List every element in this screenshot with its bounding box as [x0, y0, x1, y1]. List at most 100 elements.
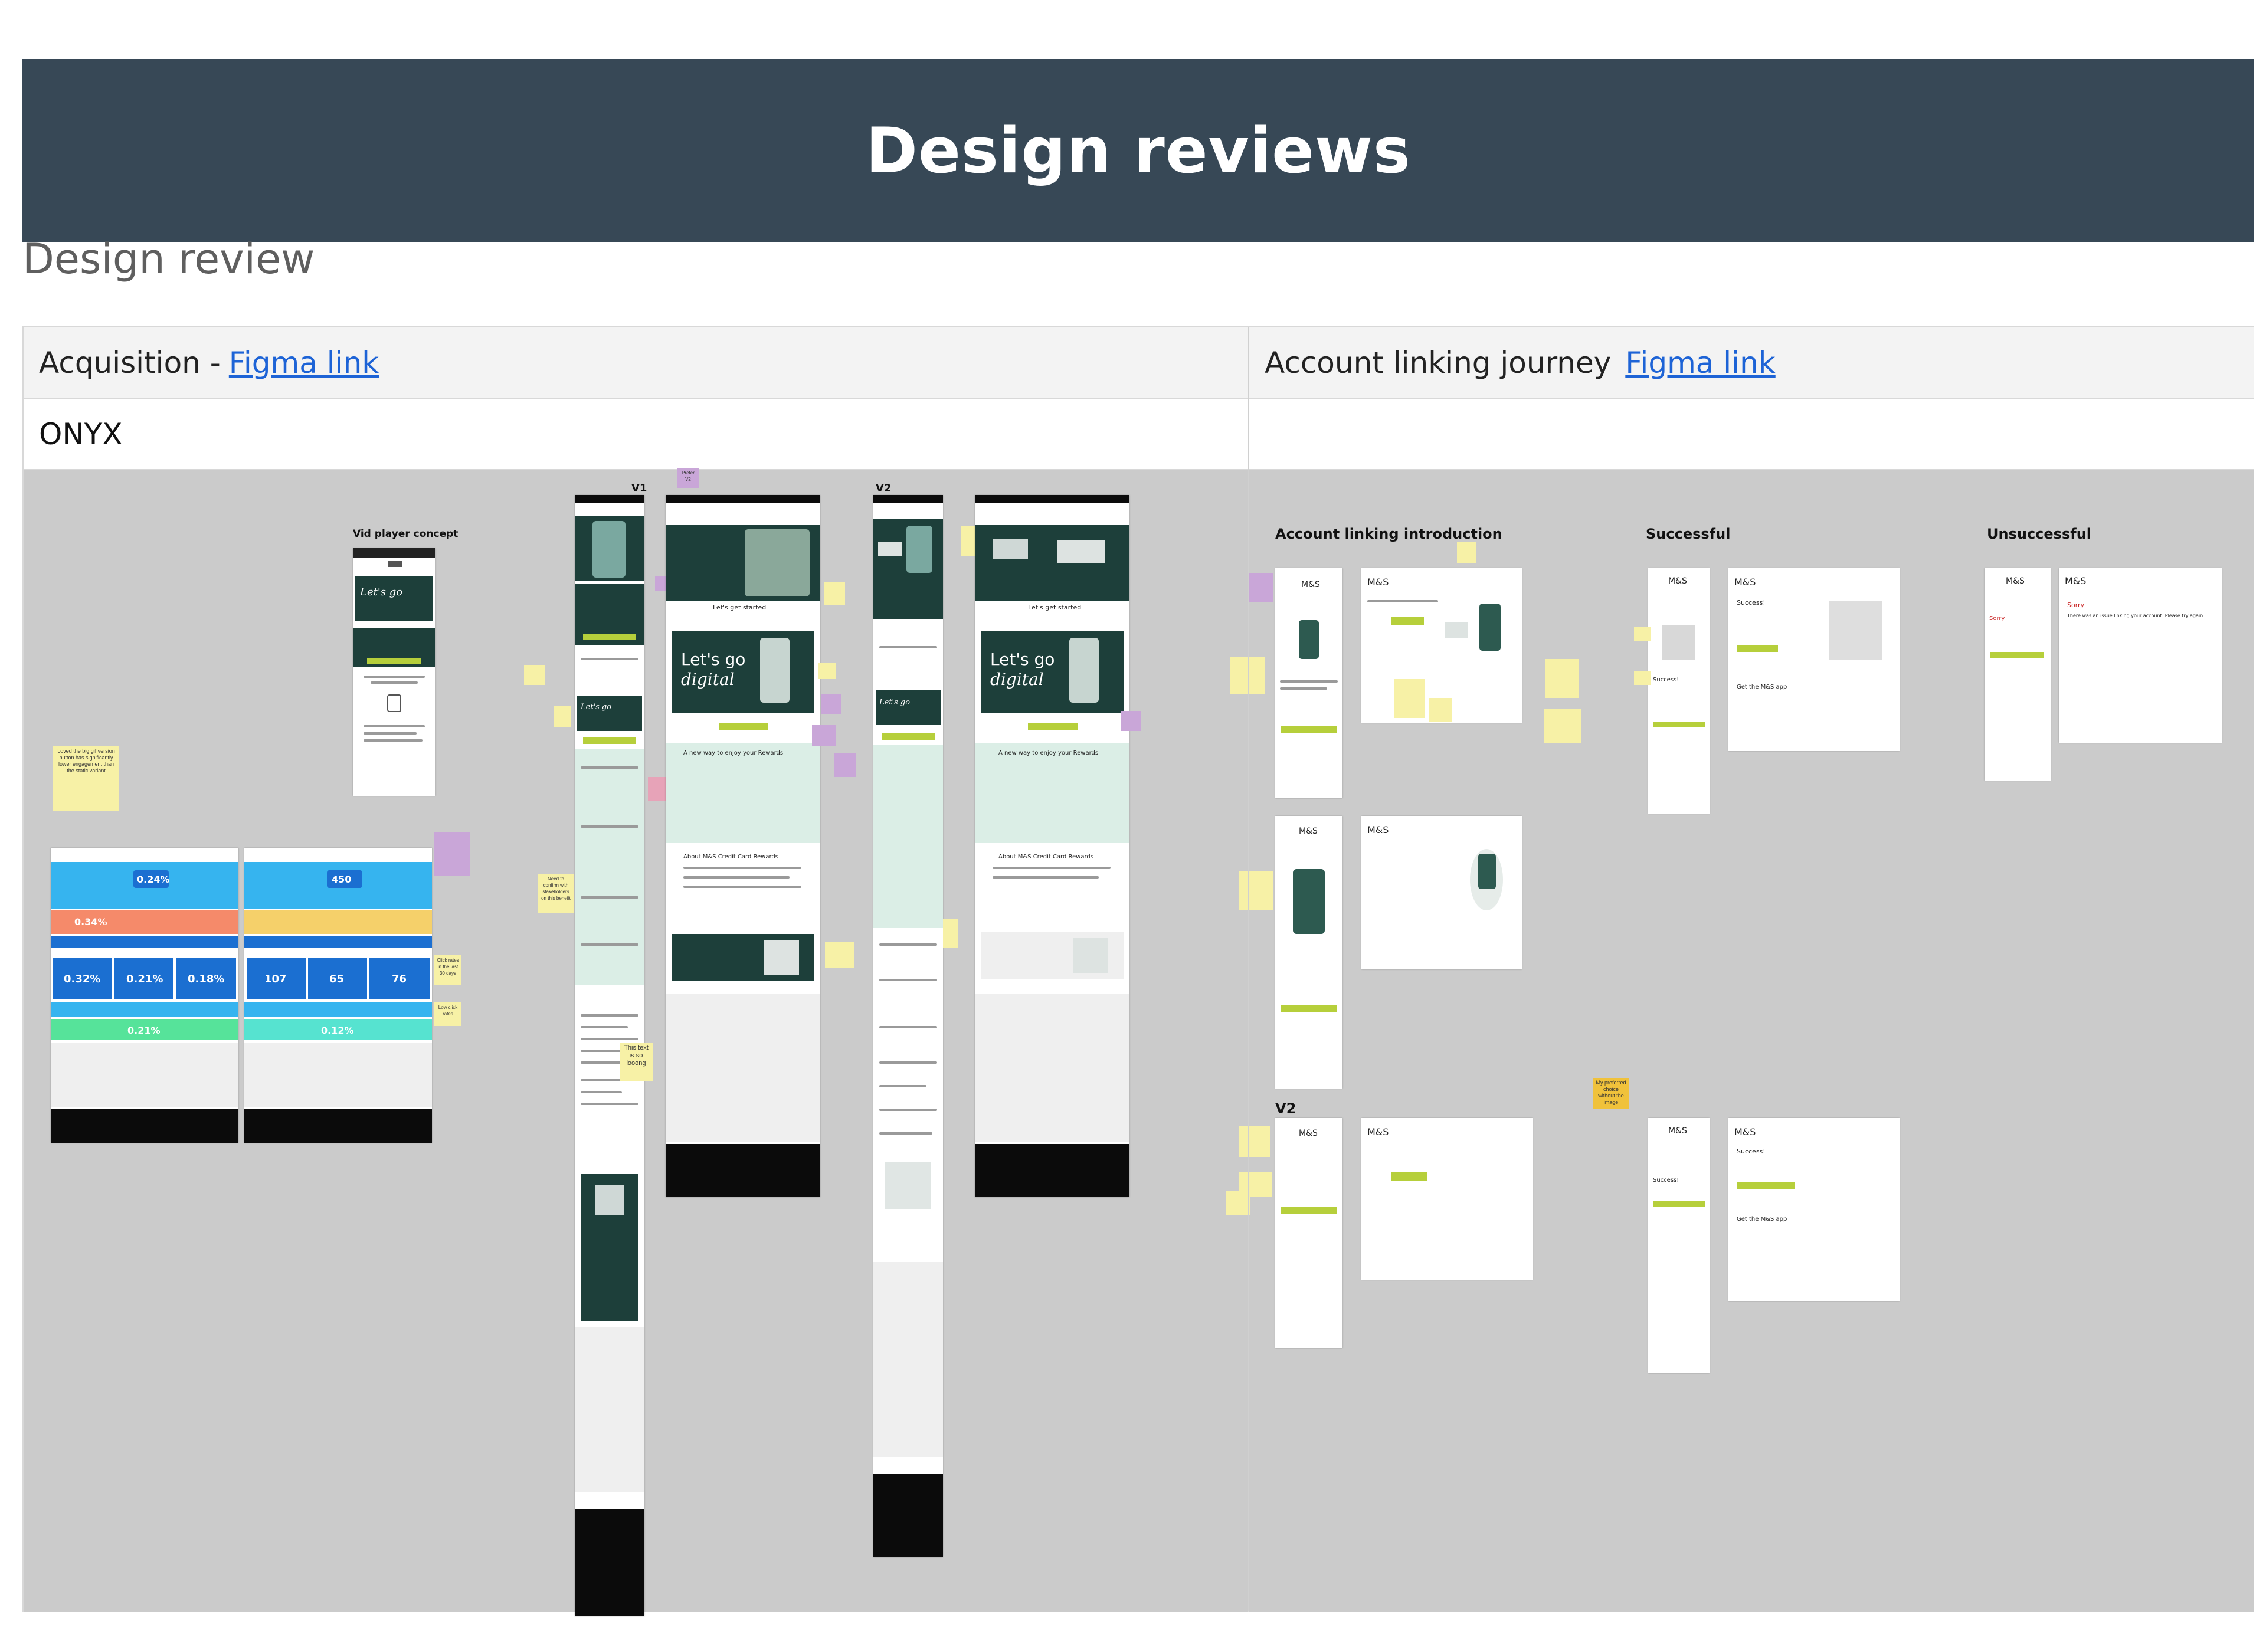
brand-logo: M&S — [1668, 576, 1687, 586]
brand-logo: M&S — [1367, 576, 1389, 588]
heat-value: 76 — [392, 973, 407, 985]
brand-logo: M&S — [1299, 827, 1318, 836]
heat-value: 107 — [264, 973, 287, 985]
brand-logo: M&S — [1301, 580, 1320, 589]
review-table: Acquisition - Figma link Account linking… — [22, 326, 2254, 1616]
sticky-note[interactable] — [943, 919, 958, 948]
sticky-note[interactable] — [1394, 679, 1425, 718]
sorry-title: Sorry — [1989, 615, 2005, 622]
sticky-note[interactable]: This text is so looong — [620, 1043, 653, 1081]
v2-desktop-hero: Let's go — [990, 650, 1055, 669]
sticky-note[interactable] — [821, 694, 841, 714]
screen-heatmap-1[interactable]: 0.24% 0.34% 0.32% 0.21% 0.18% 0.21% — [51, 848, 238, 1143]
sticky-note[interactable] — [1634, 627, 1651, 641]
heat-value: 0.18% — [188, 973, 225, 985]
sticky-note[interactable] — [824, 582, 845, 605]
page-title: Design reviews — [865, 114, 1412, 187]
v2-hero-text: Let's go — [879, 698, 911, 707]
sticky-note[interactable] — [812, 725, 836, 746]
brand-logo: M&S — [1668, 1126, 1687, 1136]
sticky-note[interactable] — [1429, 698, 1452, 722]
brand-logo: M&S — [1734, 576, 1756, 588]
brand-logo: M&S — [2006, 576, 2025, 586]
success-title: Success! — [1737, 599, 1766, 607]
screen-link-success-desktop[interactable]: M&S Success! Get the M&S app — [1728, 568, 1900, 751]
screen-link-fail-desktop[interactable]: M&S Sorry There was an issue linking you… — [2059, 568, 2222, 743]
sticky-note[interactable] — [834, 753, 856, 777]
brand-logo: M&S — [1299, 1129, 1318, 1138]
figma-link-linking[interactable]: Figma link — [1625, 346, 1775, 380]
heat-value: 0.21% — [126, 973, 163, 985]
brand-logo: M&S — [1734, 1126, 1756, 1138]
success-title: Success! — [1653, 1177, 1679, 1184]
sticky-note[interactable] — [524, 665, 545, 685]
heat-value: 0.34% — [74, 916, 107, 927]
row-label-acquisition: ONYX — [24, 399, 1248, 470]
brand-logo: M&S — [2065, 575, 2087, 586]
screen-link-success-mobile[interactable]: M&S Success! — [1648, 568, 1710, 814]
column-header-label: Acquisition - — [39, 346, 221, 380]
v1-desktop-about: About M&S Credit Card Rewards — [683, 854, 778, 860]
sticky-note[interactable] — [434, 832, 470, 876]
heat-value: 0.12% — [321, 1025, 354, 1036]
label-linking-intro: Account linking introduction — [1275, 526, 1502, 542]
screen-link-v2-mobile[interactable]: M&S — [1275, 1118, 1342, 1348]
sticky-note[interactable]: My preferred choice without the image — [1593, 1078, 1629, 1109]
success-title: Success! — [1653, 677, 1679, 683]
sticky-note[interactable] — [1239, 1126, 1270, 1157]
sticky-note[interactable]: Low click rates — [434, 1002, 461, 1026]
row-label: ONYX — [39, 417, 123, 451]
sticky-note[interactable] — [1457, 542, 1476, 563]
sticky-note[interactable] — [1634, 671, 1651, 685]
column-header-acquisition: Acquisition - Figma link — [24, 327, 1248, 399]
sticky-note[interactable] — [1226, 1191, 1250, 1215]
figma-link-acquisition[interactable]: Figma link — [229, 346, 379, 380]
heat-value: 65 — [329, 973, 345, 985]
screen-link-intro-mobile-2[interactable]: M&S — [1275, 816, 1342, 1089]
row-label-linking — [1249, 399, 2254, 470]
brand-logo: M&S — [1367, 824, 1389, 835]
sticky-note[interactable]: Need to confirm with stakeholders on thi… — [538, 874, 574, 913]
v1-desktop-heading: Let's get started — [713, 604, 767, 611]
sticky-note[interactable] — [818, 663, 836, 679]
sorry-title: Sorry — [2067, 601, 2085, 609]
sticky-note[interactable] — [1545, 659, 1579, 698]
v2-desktop-heading: Let's get started — [1028, 604, 1082, 611]
screen-link-intro-desktop-2[interactable]: M&S — [1361, 816, 1522, 969]
label-linking-success: Successful — [1646, 526, 1731, 542]
vid-hero-text: Let's go — [360, 586, 403, 598]
screen-link-intro-mobile[interactable]: M&S — [1275, 568, 1342, 798]
heat-value: 0.21% — [127, 1025, 161, 1036]
sorry-text: There was an issue linking your account.… — [2067, 613, 2205, 618]
column-header-label: Account linking journey — [1265, 346, 1612, 380]
screen-heatmap-2[interactable]: 450 107 65 76 0.12% — [244, 848, 432, 1143]
heat-value: 450 — [332, 874, 352, 885]
sticky-note[interactable]: Loved the big gif version button has sig… — [53, 746, 119, 811]
screen-vid-player[interactable]: Let's go — [353, 548, 435, 796]
sticky-note[interactable] — [1121, 711, 1141, 731]
screen-link-v2-success-mobile[interactable]: M&S Success! — [1648, 1118, 1710, 1373]
get-app-label: Get the M&S app — [1737, 684, 1787, 690]
screen-link-fail-mobile[interactable]: M&S Sorry — [1985, 568, 2051, 781]
sticky-note[interactable] — [1249, 573, 1273, 602]
sticky-note[interactable] — [1544, 709, 1581, 743]
label-v2: V2 — [876, 482, 892, 494]
screen-v1-desktop[interactable]: Let's get started Let's go digital A new… — [666, 495, 820, 1197]
sticky-note[interactable]: Prefer V2 — [677, 468, 699, 488]
screen-link-v2-desktop[interactable]: M&S — [1361, 1118, 1533, 1280]
sticky-note[interactable] — [554, 706, 571, 727]
screen-v2-mobile[interactable]: Let's go — [873, 495, 943, 1557]
v1-desktop-hero-digital: digital — [681, 670, 735, 689]
sticky-note[interactable] — [825, 942, 854, 968]
v2-desktop-about: About M&S Credit Card Rewards — [998, 854, 1093, 860]
heat-value: 0.32% — [64, 973, 101, 985]
screen-link-v2-success-desktop[interactable]: M&S Success! Get the M&S app — [1728, 1118, 1900, 1301]
sticky-note[interactable]: Click rates in the last 30 days — [434, 955, 461, 985]
v1-desktop-hero: Let's go — [681, 650, 746, 669]
label-linking-unsuccess: Unsuccessful — [1987, 526, 2091, 542]
canvas-linking[interactable]: Account linking introduction Successful … — [1226, 470, 2254, 1612]
canvas-acquisition[interactable]: Vid player concept Let's go Loved the bi… — [24, 468, 1248, 1616]
sticky-note[interactable] — [1230, 657, 1265, 694]
sticky-note[interactable] — [1239, 871, 1273, 910]
screen-v2-desktop[interactable]: Let's get started Let's go digital A new… — [975, 495, 1129, 1197]
